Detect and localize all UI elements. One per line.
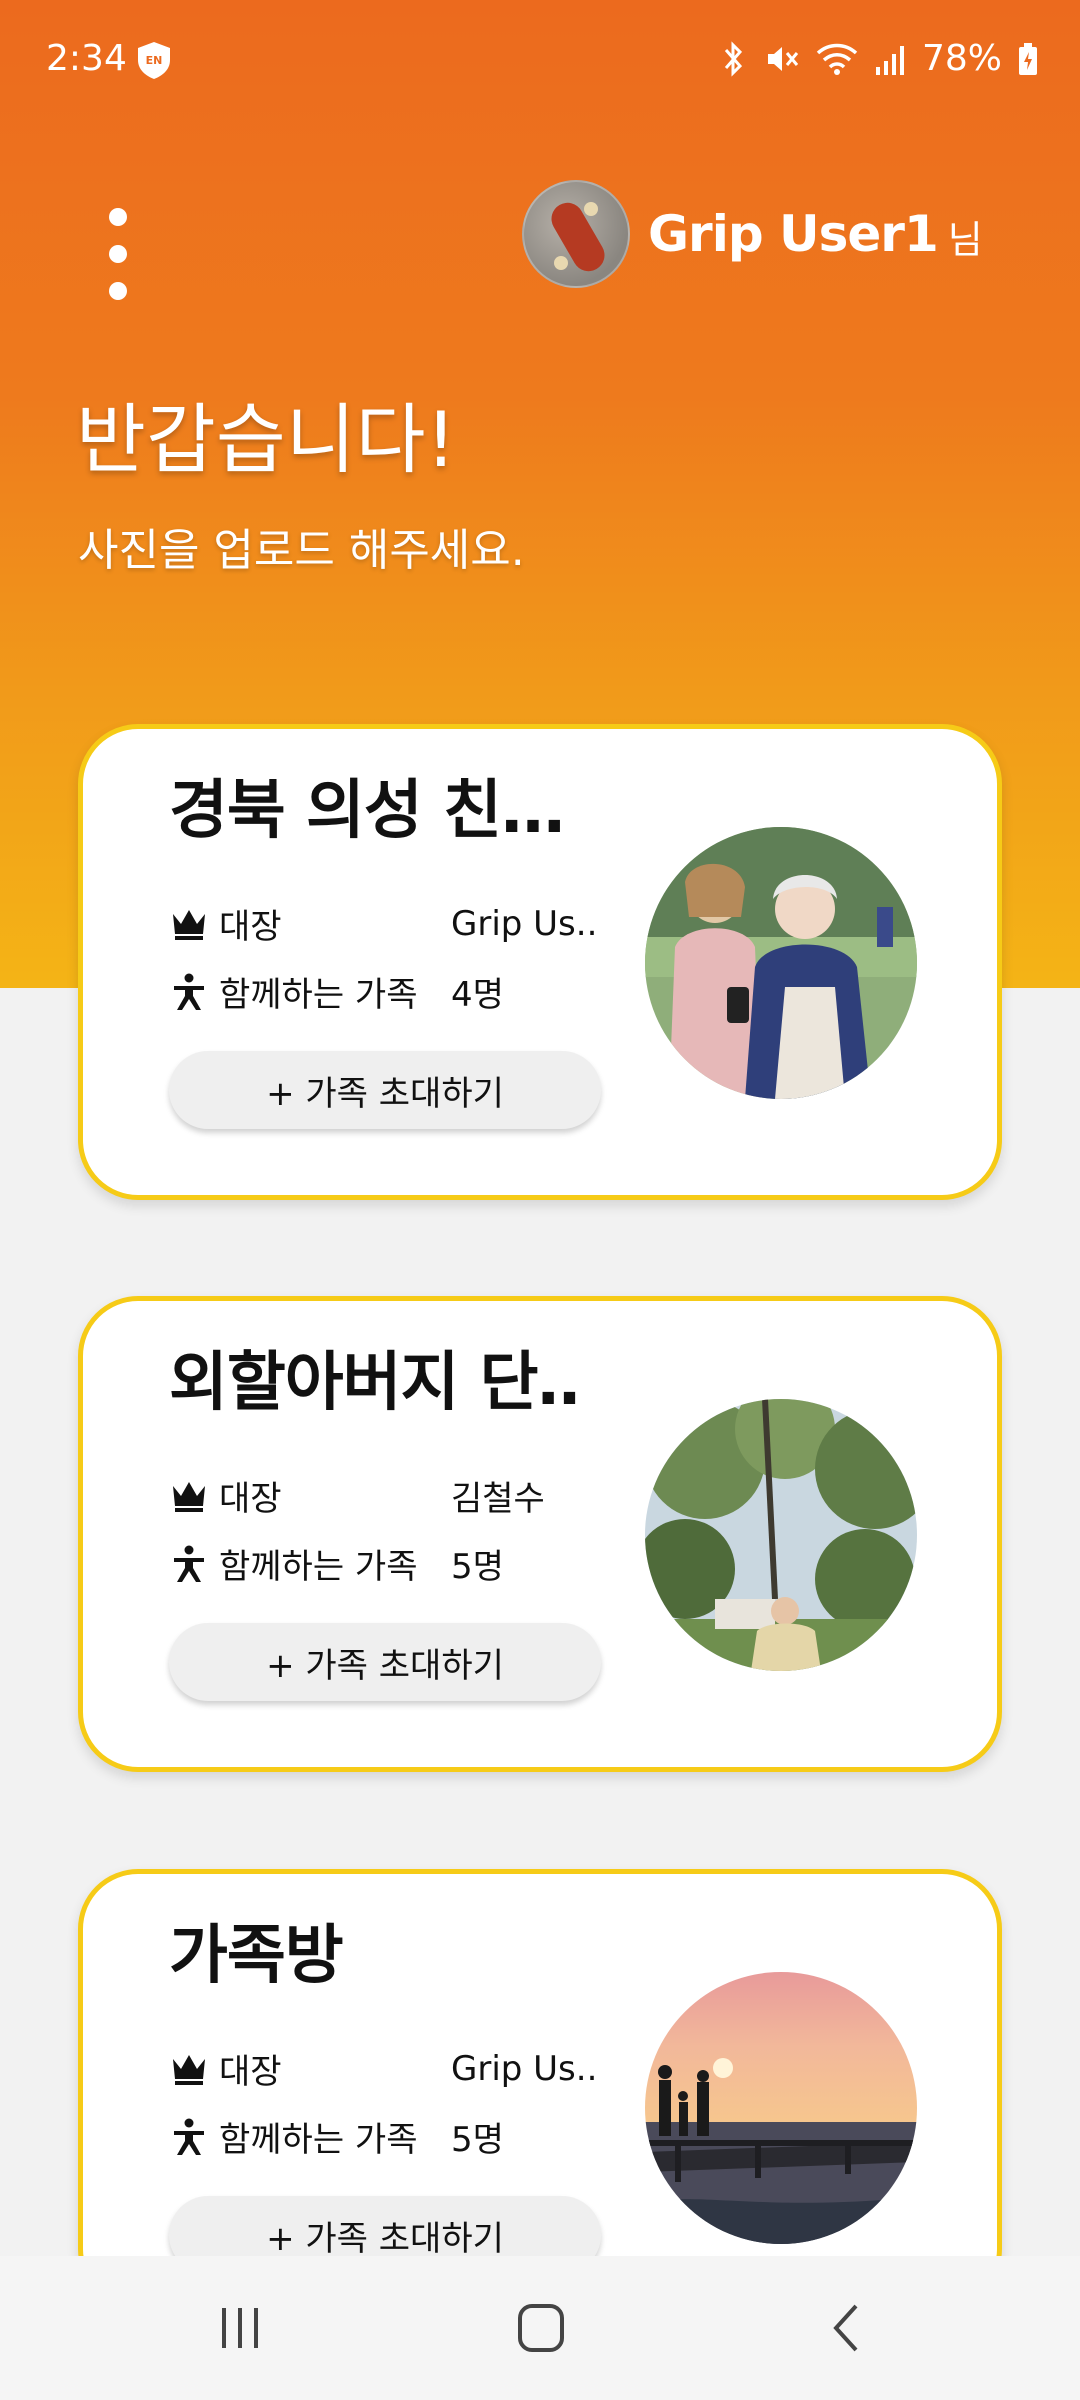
room-title: 가족방 [169,1919,344,1993]
user-name: Grip User1 [648,205,939,263]
wheel [584,202,598,216]
leader-row: 대장 Grip Us.. [169,2044,597,2093]
greeting-subtitle: 사진을 업로드 해주세요. [78,525,525,576]
status-time: 2:34 [46,38,127,79]
leader-value: Grip Us.. [451,903,598,944]
avatar[interactable] [522,180,630,288]
room-title: 경북 의성 친… [169,774,565,848]
leader-label: 대장 [219,907,282,947]
crown-icon [173,2054,205,2085]
leader-value: Grip Us.. [451,2048,598,2089]
recent-apps-icon[interactable] [200,2296,280,2360]
invite-family-button[interactable]: + 가족 초대하기 [169,1051,601,1129]
crown-icon [173,1481,205,1512]
family-room-card[interactable]: 외할아버지 단‥ 대장 김철수 함께하는 가족 5명 + 가족 초대하기 [78,1296,1002,1772]
signal-icon [875,45,904,75]
members-row: 함께하는 가족 4명 [169,967,504,1016]
room-photo[interactable] [645,827,917,1099]
room-title: 외할아버지 단‥ [169,1346,580,1420]
leader-row: 대장 김철수 [169,1471,545,1520]
leader-label: 대장 [219,1479,282,1519]
status-bar: 2:34 EN 78% [0,0,1080,120]
shield-badge-text: EN [146,54,163,67]
invite-family-button[interactable]: + 가족 초대하기 [169,1623,601,1701]
members-label: 함께하는 가족 [219,975,418,1015]
family-room-card[interactable]: 경북 의성 친… 대장 Grip Us.. 함께하는 가족 4명 + 가족 초대… [78,724,1002,1200]
user-suffix: 님 [947,217,983,262]
members-label: 함께하는 가족 [219,2120,418,2160]
user-profile[interactable]: Grip User1 님 [522,180,983,288]
leader-label: 대장 [219,2052,282,2092]
room-photo[interactable] [645,1399,917,1671]
family-photo-image [645,827,917,1099]
members-value: 5명 [451,1547,504,1587]
members-value: 4명 [451,975,504,1015]
members-row: 함께하는 가족 5명 [169,1539,504,1588]
leader-value: 김철수 [451,1479,545,1519]
person-icon [174,1545,204,1582]
home-icon[interactable] [500,2296,580,2360]
person-icon [174,2118,204,2155]
menu-dot [109,208,127,226]
leader-row: 대장 Grip Us.. [169,899,597,948]
mute-icon [767,46,799,71]
person-icon [174,973,204,1010]
greeting-title: 반갑습니다! [76,395,457,484]
grandfather-photo-image [645,1399,917,1671]
shield-icon: EN [138,42,170,79]
members-row: 함께하는 가족 5명 [169,2112,504,2161]
bluetooth-icon [724,40,743,77]
family-room-card[interactable]: 가족방 대장 Grip Us.. 함께하는 가족 5명 + 가족 초대하기 [78,1869,1002,2309]
status-icons: 78% [718,38,1038,79]
sunset-pier-photo-image [645,1972,917,2244]
back-icon[interactable] [810,2296,890,2360]
more-vertical-icon[interactable] [96,208,140,300]
menu-dot [109,282,127,300]
crown-icon [173,909,205,940]
battery-charging-icon [1019,42,1037,75]
wifi-icon [816,43,858,75]
members-value: 5명 [451,2120,504,2160]
wheel [554,256,568,270]
navigation-bar [0,2256,1080,2400]
battery-percent: 78% [921,38,1002,79]
members-label: 함께하는 가족 [219,1547,418,1587]
menu-dot [109,245,127,263]
room-photo[interactable] [645,1972,917,2244]
